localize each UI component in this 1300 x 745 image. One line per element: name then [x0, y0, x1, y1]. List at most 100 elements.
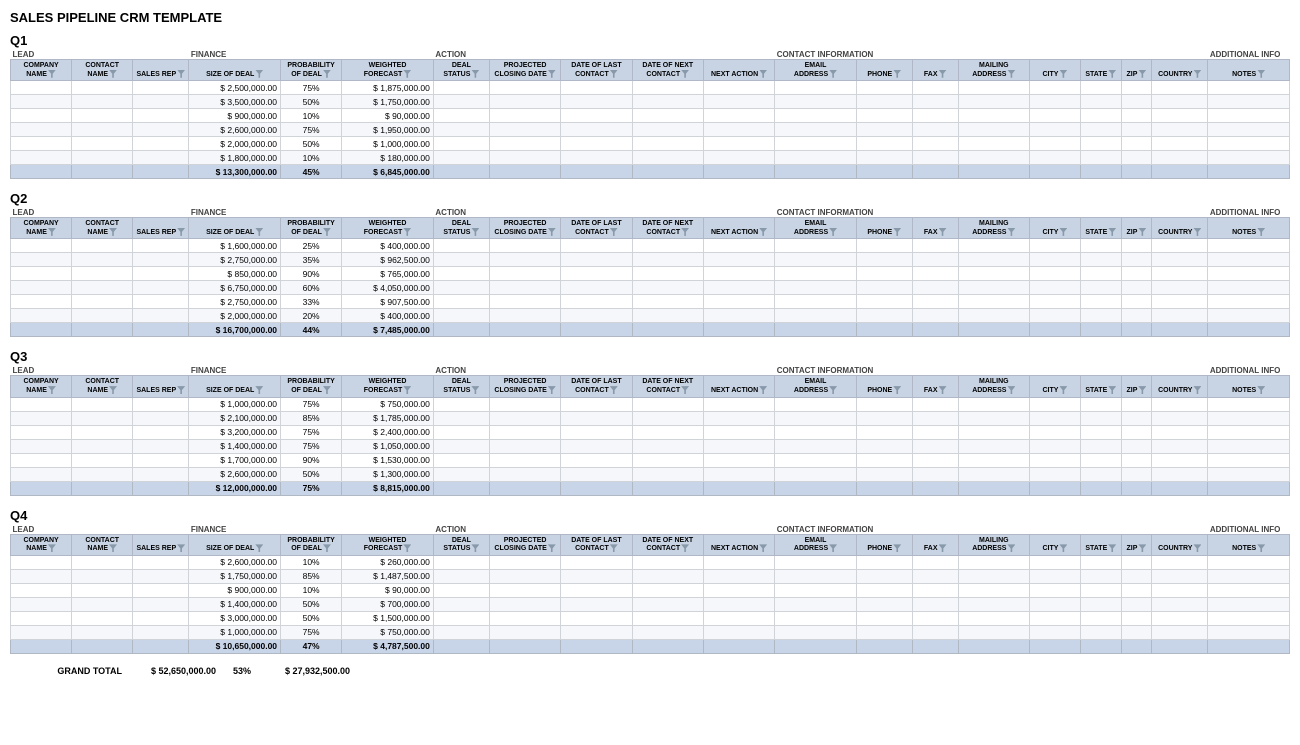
filter-icon[interactable]: [1193, 70, 1201, 78]
col-header-10[interactable]: NEXT ACTION: [703, 534, 774, 555]
filter-icon[interactable]: [1007, 386, 1015, 394]
col-header-7[interactable]: PROJECTEDCLOSING DATE: [489, 218, 560, 239]
filter-icon[interactable]: [681, 544, 689, 552]
col-header-6[interactable]: DEALSTATUS: [433, 534, 489, 555]
filter-icon[interactable]: [681, 70, 689, 78]
filter-icon[interactable]: [177, 544, 185, 552]
col-header-3[interactable]: SIZE OF DEAL: [189, 534, 281, 555]
filter-icon[interactable]: [403, 70, 411, 78]
col-header-8[interactable]: DATE OF LASTCONTACT: [561, 376, 632, 397]
col-header-1[interactable]: CONTACTNAME: [72, 534, 133, 555]
filter-icon[interactable]: [1138, 228, 1146, 236]
filter-icon[interactable]: [681, 228, 689, 236]
col-header-5[interactable]: WEIGHTEDFORECAST: [342, 60, 434, 81]
col-header-19[interactable]: NOTES: [1208, 218, 1290, 239]
filter-icon[interactable]: [893, 70, 901, 78]
filter-icon[interactable]: [829, 386, 837, 394]
col-header-14[interactable]: MAILINGADDRESS: [958, 534, 1029, 555]
col-header-6[interactable]: DEALSTATUS: [433, 60, 489, 81]
filter-icon[interactable]: [403, 386, 411, 394]
filter-icon[interactable]: [323, 386, 331, 394]
filter-icon[interactable]: [1193, 228, 1201, 236]
filter-icon[interactable]: [1059, 228, 1067, 236]
filter-icon[interactable]: [939, 228, 947, 236]
col-header-18[interactable]: COUNTRY: [1152, 376, 1208, 397]
filter-icon[interactable]: [1193, 386, 1201, 394]
col-header-15[interactable]: CITY: [1029, 376, 1080, 397]
filter-icon[interactable]: [1257, 544, 1265, 552]
col-header-5[interactable]: WEIGHTEDFORECAST: [342, 376, 434, 397]
col-header-9[interactable]: DATE OF NEXTCONTACT: [632, 376, 703, 397]
filter-icon[interactable]: [759, 386, 767, 394]
filter-icon[interactable]: [471, 228, 479, 236]
col-header-3[interactable]: SIZE OF DEAL: [189, 376, 281, 397]
col-header-2[interactable]: SALES REP: [133, 218, 189, 239]
col-header-0[interactable]: COMPANYNAME: [11, 60, 72, 81]
filter-icon[interactable]: [939, 386, 947, 394]
filter-icon[interactable]: [681, 386, 689, 394]
col-header-10[interactable]: NEXT ACTION: [703, 218, 774, 239]
col-header-4[interactable]: PROBABILITYOF DEAL: [281, 376, 342, 397]
filter-icon[interactable]: [829, 544, 837, 552]
col-header-6[interactable]: DEALSTATUS: [433, 376, 489, 397]
filter-icon[interactable]: [829, 70, 837, 78]
col-header-12[interactable]: PHONE: [856, 376, 912, 397]
filter-icon[interactable]: [109, 386, 117, 394]
col-header-19[interactable]: NOTES: [1208, 60, 1290, 81]
filter-icon[interactable]: [1193, 544, 1201, 552]
col-header-17[interactable]: ZIP: [1121, 376, 1152, 397]
filter-icon[interactable]: [1059, 386, 1067, 394]
col-header-6[interactable]: DEALSTATUS: [433, 218, 489, 239]
filter-icon[interactable]: [1059, 544, 1067, 552]
col-header-3[interactable]: SIZE OF DEAL: [189, 60, 281, 81]
col-header-2[interactable]: SALES REP: [133, 60, 189, 81]
filter-icon[interactable]: [1007, 544, 1015, 552]
filter-icon[interactable]: [177, 386, 185, 394]
filter-icon[interactable]: [893, 386, 901, 394]
col-header-9[interactable]: DATE OF NEXTCONTACT: [632, 60, 703, 81]
filter-icon[interactable]: [1108, 386, 1116, 394]
col-header-10[interactable]: NEXT ACTION: [703, 60, 774, 81]
col-header-5[interactable]: WEIGHTEDFORECAST: [342, 218, 434, 239]
filter-icon[interactable]: [1007, 70, 1015, 78]
col-header-3[interactable]: SIZE OF DEAL: [189, 218, 281, 239]
col-header-4[interactable]: PROBABILITYOF DEAL: [281, 218, 342, 239]
filter-icon[interactable]: [109, 544, 117, 552]
filter-icon[interactable]: [893, 228, 901, 236]
filter-icon[interactable]: [323, 70, 331, 78]
col-header-13[interactable]: FAX: [912, 534, 958, 555]
filter-icon[interactable]: [548, 228, 556, 236]
col-header-2[interactable]: SALES REP: [133, 534, 189, 555]
filter-icon[interactable]: [548, 386, 556, 394]
col-header-9[interactable]: DATE OF NEXTCONTACT: [632, 218, 703, 239]
filter-icon[interactable]: [759, 228, 767, 236]
filter-icon[interactable]: [1257, 70, 1265, 78]
filter-icon[interactable]: [759, 544, 767, 552]
filter-icon[interactable]: [1138, 386, 1146, 394]
filter-icon[interactable]: [177, 228, 185, 236]
col-header-18[interactable]: COUNTRY: [1152, 60, 1208, 81]
col-header-9[interactable]: DATE OF NEXTCONTACT: [632, 534, 703, 555]
filter-icon[interactable]: [1138, 70, 1146, 78]
col-header-4[interactable]: PROBABILITYOF DEAL: [281, 534, 342, 555]
col-header-16[interactable]: STATE: [1080, 60, 1121, 81]
filter-icon[interactable]: [48, 386, 56, 394]
col-header-5[interactable]: WEIGHTEDFORECAST: [342, 534, 434, 555]
col-header-11[interactable]: EMAILADDRESS: [775, 60, 857, 81]
filter-icon[interactable]: [759, 70, 767, 78]
filter-icon[interactable]: [893, 544, 901, 552]
filter-icon[interactable]: [48, 70, 56, 78]
col-header-10[interactable]: NEXT ACTION: [703, 376, 774, 397]
filter-icon[interactable]: [177, 70, 185, 78]
col-header-13[interactable]: FAX: [912, 60, 958, 81]
col-header-14[interactable]: MAILINGADDRESS: [958, 218, 1029, 239]
col-header-18[interactable]: COUNTRY: [1152, 534, 1208, 555]
filter-icon[interactable]: [48, 228, 56, 236]
filter-icon[interactable]: [1007, 228, 1015, 236]
col-header-13[interactable]: FAX: [912, 376, 958, 397]
col-header-11[interactable]: EMAILADDRESS: [775, 534, 857, 555]
filter-icon[interactable]: [829, 228, 837, 236]
filter-icon[interactable]: [939, 544, 947, 552]
col-header-7[interactable]: PROJECTEDCLOSING DATE: [489, 60, 560, 81]
col-header-17[interactable]: ZIP: [1121, 60, 1152, 81]
